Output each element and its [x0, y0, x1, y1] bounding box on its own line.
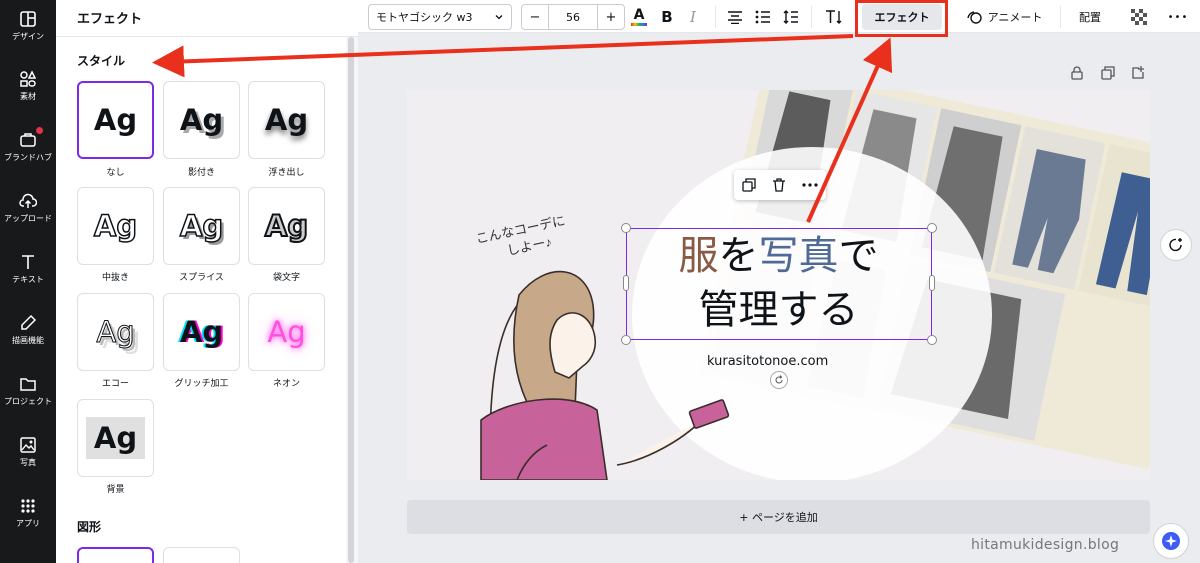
annotation-arrows [152, 34, 893, 223]
annotation-arrow-to-text [806, 37, 893, 223]
annotation-arrow-to-panel [152, 34, 854, 78]
